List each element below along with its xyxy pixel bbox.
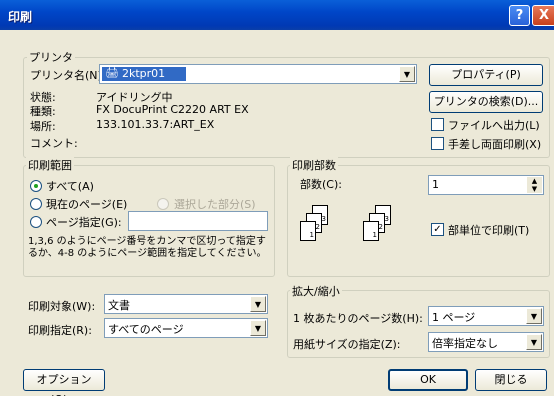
range-selection-radio[interactable] xyxy=(157,198,169,210)
chevron-down-icon[interactable]: ▼ xyxy=(250,296,266,312)
manual-duplex-label: 手差し両面印刷(X) xyxy=(448,138,542,151)
properties-button[interactable]: プロパティ(P) xyxy=(429,64,543,86)
print-what-value: 文書 xyxy=(108,299,130,312)
range-all-label: すべて(A) xyxy=(46,180,94,193)
printer-name-value: 2ktpr01 xyxy=(122,67,166,80)
print-dialog: 印刷 ? X プリンタ プリンタ名(N): 🖨 2ktpr01 ▼ プロパティ(… xyxy=(0,0,554,396)
range-pages-radio[interactable] xyxy=(30,216,42,228)
range-current-label: 現在のページ(E) xyxy=(46,198,128,211)
close-window-button[interactable]: X xyxy=(532,5,554,26)
print-what-select[interactable]: 文書 ▼ xyxy=(104,294,268,314)
copies-spinner[interactable]: 1 ▲ ▼ xyxy=(428,175,544,195)
help-button[interactable]: ? xyxy=(509,5,530,26)
printer-name-label: プリンタ名(N): xyxy=(30,69,106,82)
copies-group-label: 印刷部数 xyxy=(290,157,338,173)
manual-duplex-checkbox[interactable] xyxy=(431,137,444,150)
pages-per-sheet-value: 1 ページ xyxy=(432,311,476,324)
printer-group-label: プリンタ xyxy=(27,49,75,65)
scale-select[interactable]: 倍率指定なし ▼ xyxy=(428,332,544,352)
printer-icon: 🖨 xyxy=(105,66,119,79)
comment-label: コメント: xyxy=(30,137,78,150)
collate-page-1a: 1 xyxy=(300,221,316,241)
spin-down-icon[interactable]: ▼ xyxy=(527,185,542,193)
print-what-label: 印刷対象(W): xyxy=(28,300,96,313)
print-to-file-checkbox[interactable] xyxy=(431,118,444,131)
print-spec-label: 印刷指定(R): xyxy=(28,324,92,337)
range-current-radio[interactable] xyxy=(30,198,42,210)
collate-page-1b: 1 xyxy=(363,221,379,241)
printer-name-select[interactable]: 🖨 2ktpr01 ▼ xyxy=(99,64,417,84)
copies-count-label: 部数(C): xyxy=(300,178,342,191)
chevron-down-icon[interactable]: ▼ xyxy=(250,320,266,336)
chevron-down-icon[interactable]: ▼ xyxy=(526,308,542,324)
pages-per-sheet-select[interactable]: 1 ページ ▼ xyxy=(428,306,544,326)
print-spec-value: すべてのページ xyxy=(108,323,184,336)
print-spec-select[interactable]: すべてのページ ▼ xyxy=(104,318,268,338)
range-group-label: 印刷範囲 xyxy=(26,157,74,173)
zoom-group-label: 拡大/縮小 xyxy=(290,283,342,299)
pages-input[interactable] xyxy=(128,211,268,231)
scale-label: 用紙サイズの指定(Z): xyxy=(293,338,401,351)
window-title: 印刷 xyxy=(8,10,33,24)
where-value: 133.101.33.7:ART_EX xyxy=(96,118,215,131)
options-button[interactable]: オプション(O)... xyxy=(23,369,105,396)
range-selection-label: 選択した部分(S) xyxy=(174,198,256,211)
title-bar: 印刷 ? X xyxy=(0,0,554,30)
find-printer-button[interactable]: プリンタの検索(D)... xyxy=(429,91,543,113)
print-to-file-label: ファイルへ出力(L) xyxy=(448,119,540,132)
range-all-radio[interactable] xyxy=(30,180,42,192)
type-value: FX DocuPrint C2220 ART EX xyxy=(96,103,249,116)
range-pages-label: ページ指定(G): xyxy=(46,216,122,229)
copies-count-value: 1 xyxy=(432,178,439,191)
chevron-down-icon[interactable]: ▼ xyxy=(526,334,542,350)
collate-label: 部単位で印刷(T) xyxy=(448,224,530,237)
range-hint: 1,3,6 のようにページ番号をカンマで区切って指定するか、4-8 のようにペー… xyxy=(28,236,267,259)
where-label: 場所: xyxy=(30,120,56,133)
pages-per-sheet-label: 1 枚あたりのページ数(H): xyxy=(293,312,423,325)
spin-up-icon[interactable]: ▲ xyxy=(527,177,542,185)
scale-value: 倍率指定なし xyxy=(432,337,498,350)
chevron-down-icon[interactable]: ▼ xyxy=(399,66,415,82)
ok-button[interactable]: OK xyxy=(388,369,468,391)
collate-checkbox[interactable]: ✓ xyxy=(431,223,444,236)
close-button[interactable]: 閉じる xyxy=(475,369,547,391)
type-label: 種類: xyxy=(30,105,56,118)
